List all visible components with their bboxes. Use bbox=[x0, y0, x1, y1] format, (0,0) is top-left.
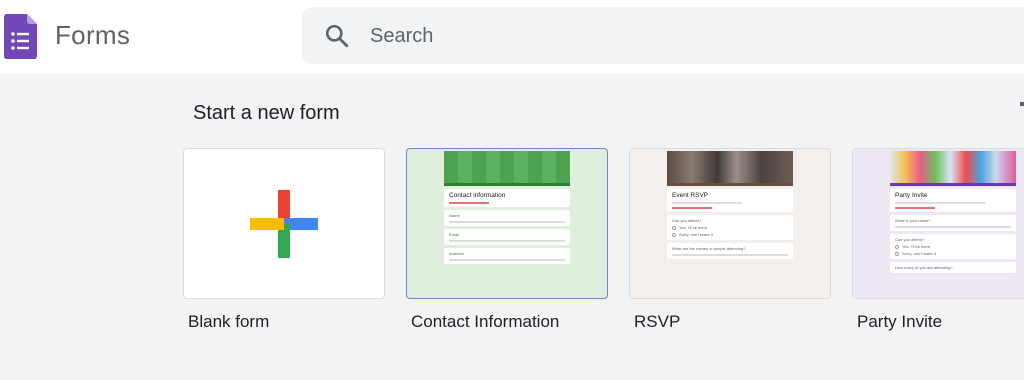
top-bar: Forms bbox=[0, 0, 1024, 74]
radio-option: Yes, I'll be there bbox=[672, 225, 788, 230]
required-note bbox=[672, 207, 712, 209]
template-label[interactable]: RSVP bbox=[634, 312, 680, 332]
answer-line bbox=[895, 226, 1011, 228]
question-text: Name bbox=[449, 213, 460, 218]
template-thumbnail[interactable]: Contact information Name Email Address bbox=[406, 148, 608, 299]
preview-title-card: Contact information bbox=[444, 189, 570, 207]
preview-title: Party Invite bbox=[895, 192, 928, 199]
description-line bbox=[672, 202, 742, 204]
preview-question: Can you attend? Yes, I'll be there Sorry… bbox=[667, 215, 793, 240]
form-preview: Event RSVP Can you attend? Yes, I'll be … bbox=[667, 151, 793, 259]
search-input[interactable] bbox=[370, 19, 970, 53]
plus-icon bbox=[250, 190, 318, 258]
template-card-party-invite[interactable]: Party Invite What is your name? Can you … bbox=[852, 148, 1024, 331]
form-preview: Party Invite What is your name? Can you … bbox=[890, 151, 1016, 273]
question-text: How many of you are attending? bbox=[895, 265, 953, 270]
radio-icon bbox=[895, 244, 899, 249]
preview-question: How many of you are attending? bbox=[890, 262, 1016, 273]
template-card-contact-information[interactable]: Contact information Name Email Address C… bbox=[406, 148, 608, 331]
question-text: What are the names of people attending? bbox=[672, 246, 746, 251]
preview-question: What are the names of people attending? bbox=[667, 243, 793, 259]
preview-question: What is your name? bbox=[890, 215, 1016, 231]
option-text: Yes, I'll be there bbox=[679, 225, 708, 230]
radio-option: Yes, I'll be there bbox=[895, 244, 1011, 249]
accent-bar bbox=[444, 183, 570, 186]
header-image bbox=[444, 151, 570, 183]
template-label[interactable]: Party Invite bbox=[857, 312, 942, 332]
form-preview: Contact information Name Email Address bbox=[444, 151, 570, 264]
description-line bbox=[895, 202, 985, 204]
preview-question: Address bbox=[444, 248, 570, 264]
radio-option: Sorry, can't make it bbox=[895, 251, 1011, 256]
radio-icon bbox=[672, 232, 676, 237]
answer-line bbox=[449, 259, 565, 261]
preview-question: Email bbox=[444, 229, 570, 245]
option-text: Sorry, can't make it bbox=[902, 251, 936, 256]
preview-title: Event RSVP bbox=[672, 192, 709, 199]
answer-line bbox=[672, 254, 788, 256]
search-bar[interactable] bbox=[302, 7, 1024, 64]
gallery-menu-icon[interactable] bbox=[1020, 102, 1024, 106]
required-note bbox=[449, 202, 489, 204]
question-text: Can you attend? bbox=[895, 237, 925, 242]
radio-option: Sorry, can't make it bbox=[672, 232, 788, 237]
preview-question: Name bbox=[444, 210, 570, 226]
header-image bbox=[890, 151, 1016, 183]
app-name[interactable]: Forms bbox=[55, 20, 130, 51]
radio-icon bbox=[895, 251, 899, 256]
option-text: Yes, I'll be there bbox=[902, 244, 931, 249]
question-text: Address bbox=[449, 251, 464, 256]
option-text: Sorry, can't make it bbox=[679, 232, 713, 237]
radio-icon bbox=[672, 225, 676, 230]
template-card-rsvp[interactable]: Event RSVP Can you attend? Yes, I'll be … bbox=[629, 148, 831, 331]
template-label[interactable]: Contact Information bbox=[411, 312, 559, 332]
preview-title-card: Party Invite bbox=[890, 189, 1016, 212]
preview-title-card: Event RSVP bbox=[667, 189, 793, 212]
header-image bbox=[667, 151, 793, 183]
search-icon[interactable] bbox=[324, 23, 350, 49]
template-thumbnail[interactable]: Event RSVP Can you attend? Yes, I'll be … bbox=[629, 148, 831, 299]
forms-logo-icon[interactable] bbox=[4, 14, 37, 59]
answer-line bbox=[449, 240, 565, 242]
accent-bar bbox=[890, 183, 1016, 186]
accent-bar bbox=[667, 183, 793, 186]
answer-line bbox=[449, 221, 565, 223]
required-note bbox=[895, 207, 935, 209]
question-text: Can you attend? bbox=[672, 218, 702, 223]
template-label[interactable]: Blank form bbox=[188, 312, 269, 332]
template-card-blank[interactable]: Blank form bbox=[183, 148, 385, 331]
section-title: Start a new form bbox=[193, 102, 340, 124]
question-text: What is your name? bbox=[895, 218, 931, 223]
preview-question: Can you attend? Yes, I'll be there Sorry… bbox=[890, 234, 1016, 259]
template-thumbnail[interactable]: Party Invite What is your name? Can you … bbox=[852, 148, 1024, 299]
preview-title: Contact information bbox=[449, 192, 506, 199]
question-text: Email bbox=[449, 232, 460, 237]
template-gallery: Start a new form Blank form Contact info… bbox=[0, 74, 1024, 380]
template-thumbnail[interactable] bbox=[183, 148, 385, 299]
